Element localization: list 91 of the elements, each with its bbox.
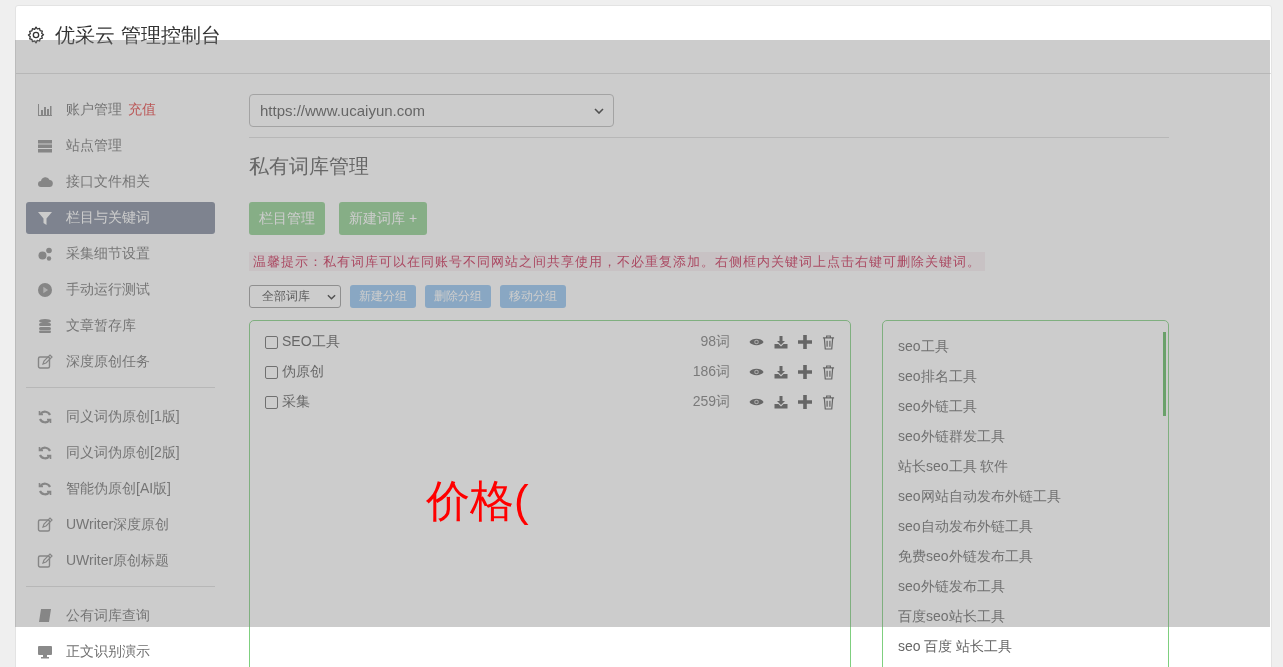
eye-icon[interactable] <box>749 367 764 377</box>
refresh-icon <box>37 481 53 497</box>
sidebar-item-label: 手动运行测试 <box>66 281 150 299</box>
keyword-item[interactable]: seo外链群发工具 <box>898 421 1153 451</box>
sidebar-item[interactable]: 采集细节设置 <box>26 238 215 270</box>
word-count: 186词 <box>692 363 730 381</box>
sidebar-item-label: 接口文件相关 <box>66 173 150 191</box>
sidebar-item-label: 文章暂存库 <box>66 317 136 335</box>
sidebar-item-label: 同义词伪原创[1版] <box>66 408 180 426</box>
download-icon[interactable] <box>774 395 788 409</box>
keyword-item[interactable]: seo外链工具 <box>898 391 1153 421</box>
edit-icon <box>37 354 53 370</box>
bar-chart-icon <box>37 102 53 118</box>
sidebar-item-label: 智能伪原创[AI版] <box>66 480 171 498</box>
new-library-button[interactable]: 新建词库 + <box>339 202 428 235</box>
sidebar-item-label: 采集细节设置 <box>66 245 150 263</box>
keyword-item[interactable]: seo网站自动发布外链工具 <box>898 481 1153 511</box>
checkbox[interactable] <box>265 365 278 379</box>
sidebar-item[interactable]: 正文识别演示 <box>26 636 215 667</box>
download-icon[interactable] <box>774 365 788 379</box>
group-button[interactable]: 新建分组 <box>350 285 416 308</box>
sidebar-item[interactable]: 手动运行测试 <box>26 274 215 306</box>
library-name: SEO工具 <box>282 333 340 351</box>
chevron-down-icon <box>594 107 604 114</box>
sidebar-item-label: UWriter原创标题 <box>66 552 170 570</box>
edit-icon <box>37 517 53 533</box>
sidebar-item-label: 正文识别演示 <box>66 643 150 661</box>
page-heading: 私有词库管理 <box>249 154 370 179</box>
checkbox[interactable] <box>265 335 278 349</box>
price-text: 价格( <box>426 476 529 526</box>
keyword-item[interactable]: seo工具 <box>898 331 1153 361</box>
sidebar-item[interactable]: UWriter深度原创 <box>26 509 215 541</box>
keyword-item[interactable]: 站长seo工具 软件 <box>898 451 1153 481</box>
download-icon[interactable] <box>774 335 788 349</box>
sidebar-item[interactable]: UWriter原创标题 <box>26 545 215 577</box>
sidebar-item[interactable]: 智能伪原创[AI版] <box>26 473 215 505</box>
refresh-icon <box>37 409 53 425</box>
keyword-item[interactable]: 百度seo站长工具 <box>898 601 1153 631</box>
filter-icon <box>37 210 53 226</box>
sidebar-item-label: 同义词伪原创[2版] <box>66 444 180 462</box>
eye-icon[interactable] <box>749 337 764 347</box>
server-icon <box>37 138 53 154</box>
play-icon <box>37 282 53 298</box>
keyword-item[interactable]: seo自动发布外链工具 <box>898 511 1153 541</box>
word-count: 98词 <box>700 333 730 351</box>
site-select[interactable]: https://www.ucaiyun.com <box>249 94 614 127</box>
eye-icon[interactable] <box>749 397 764 407</box>
edit-icon <box>37 553 53 569</box>
trash-icon[interactable] <box>822 364 835 380</box>
sidebar-item[interactable]: 栏目与关键词 <box>26 202 215 234</box>
database-icon <box>37 318 53 334</box>
column-manage-button[interactable]: 栏目管理 <box>249 202 325 235</box>
sidebar-item-label: 公有词库查询 <box>66 607 150 625</box>
library-name: 伪原创 <box>282 363 324 381</box>
keyword-item[interactable]: seo 百度 站长工具 <box>898 631 1153 661</box>
keyword-item[interactable]: seo排名工具 <box>898 361 1153 391</box>
sidebar-item[interactable]: 同义词伪原创[2版] <box>26 437 215 469</box>
tip-text: 温馨提示：私有词库可以在同账号不同网站之间共享使用，不必重复添加。右侧框内关键词上点击右键可删除关键词。 <box>249 252 985 271</box>
word-count: 259词 <box>692 393 730 411</box>
checkbox[interactable] <box>265 395 278 409</box>
sidebar-item[interactable]: 深度原创任务 <box>26 346 215 378</box>
sidebar-item-label: 深度原创任务 <box>66 353 150 371</box>
keyword-item[interactable]: 免费seo外链发布工具 <box>898 541 1153 571</box>
sidebar-item-label: 账户管理 <box>66 101 122 119</box>
sidebar-item[interactable]: 同义词伪原创[1版] <box>26 401 215 433</box>
plus-icon[interactable] <box>798 335 812 349</box>
sidebar-item[interactable]: 公有词库查询 <box>26 600 215 632</box>
scrollbar[interactable] <box>1163 332 1166 416</box>
sidebar-item[interactable]: 接口文件相关 <box>26 166 215 198</box>
trash-icon[interactable] <box>822 394 835 410</box>
sidebar-item-label: UWriter深度原创 <box>66 516 170 534</box>
group-button[interactable]: 移动分组 <box>500 285 566 308</box>
chevron-down-icon <box>327 293 336 300</box>
monitor-icon <box>37 644 53 660</box>
sidebar-item-label: 栏目与关键词 <box>66 209 150 227</box>
group-button[interactable]: 删除分组 <box>425 285 491 308</box>
sidebar-item-label: 站点管理 <box>66 137 122 155</box>
sidebar-item[interactable]: 账户管理 充值 <box>26 94 215 126</box>
refresh-icon <box>37 445 53 461</box>
app-title: 优采云 管理控制台 <box>55 24 221 46</box>
plus-icon[interactable] <box>798 395 812 409</box>
sidebar-item[interactable]: 站点管理 <box>26 130 215 162</box>
keyword-item[interactable]: seo外链发布工具 <box>898 571 1153 601</box>
sidebar-item[interactable]: 文章暂存库 <box>26 310 215 342</box>
library-filter-select[interactable]: 全部词库 <box>249 285 341 308</box>
cloud-upload-icon <box>37 174 53 190</box>
recharge-link[interactable]: 充值 <box>128 101 156 119</box>
trash-icon[interactable] <box>822 334 835 350</box>
settings-icon <box>26 25 46 45</box>
library-name: 采集 <box>282 393 310 411</box>
plus-icon[interactable] <box>798 365 812 379</box>
